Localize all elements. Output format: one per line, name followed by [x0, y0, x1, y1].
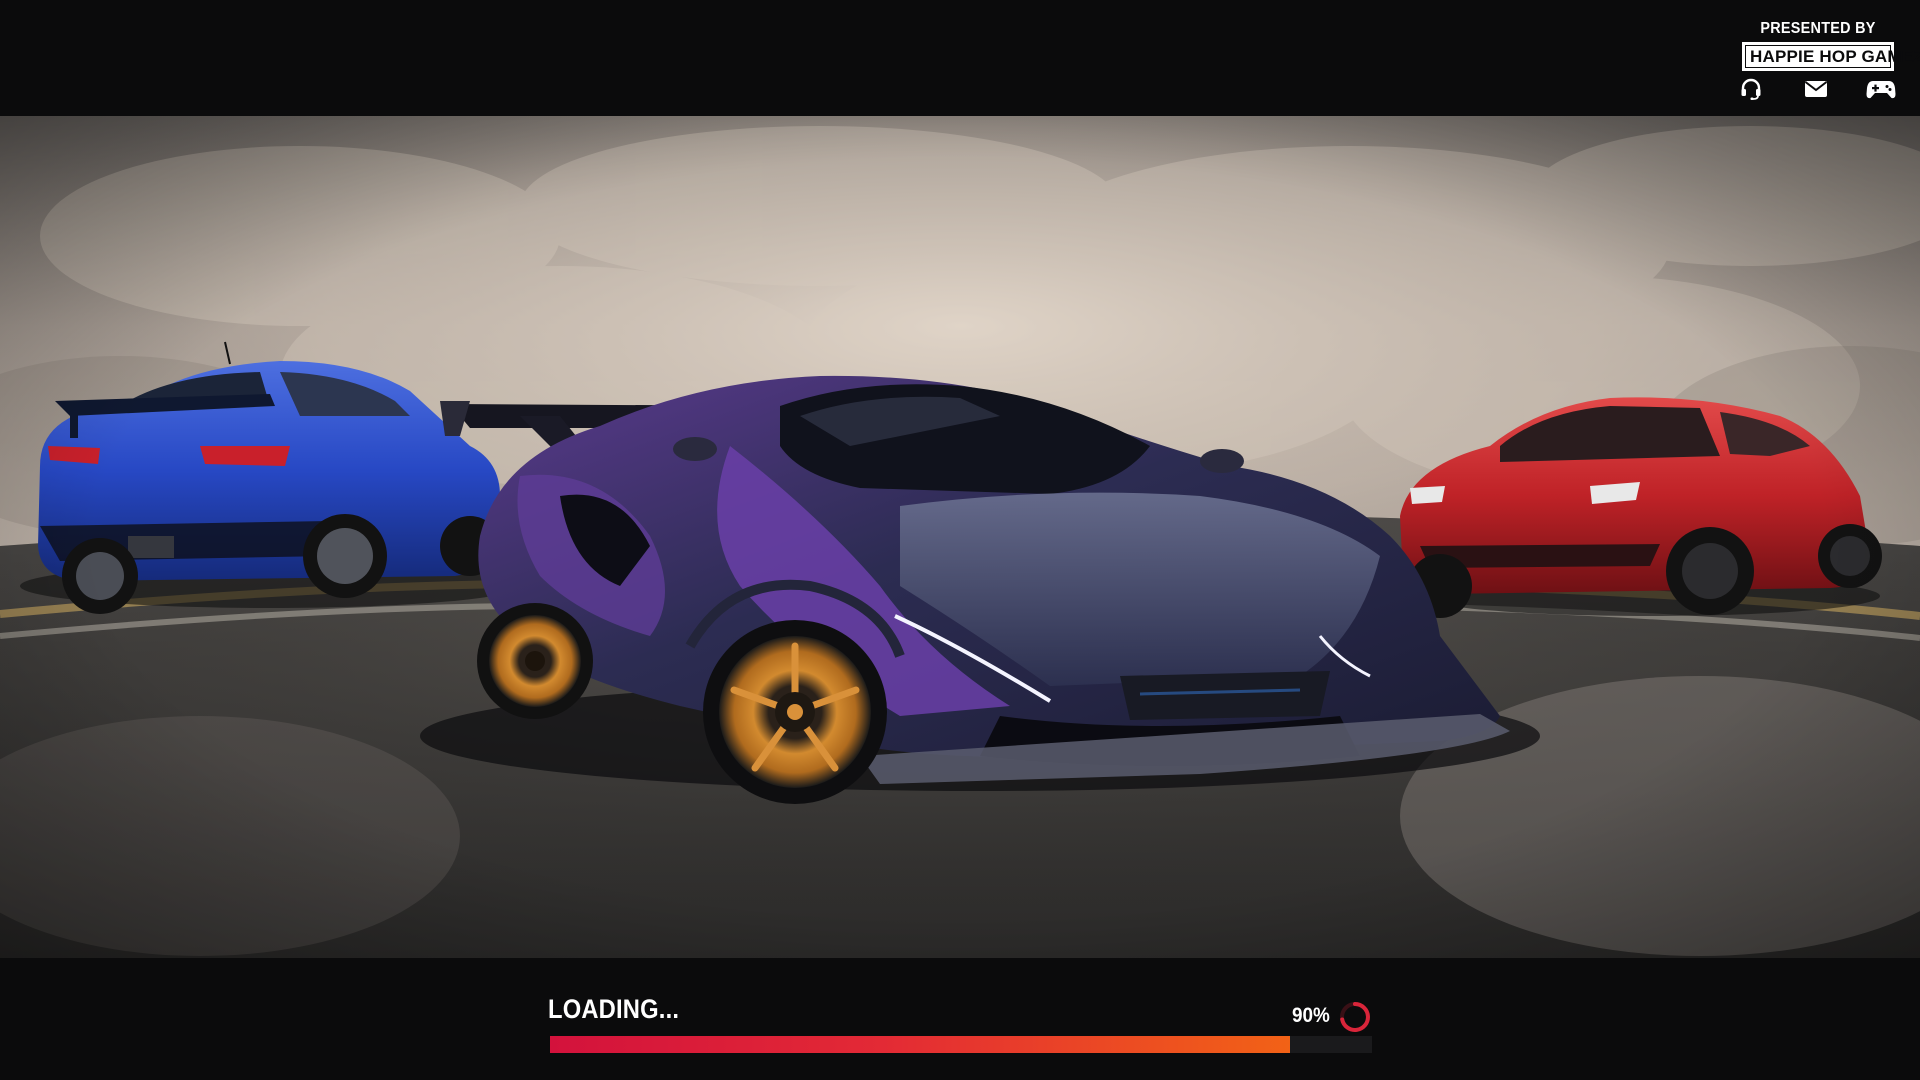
- mail-icon[interactable]: [1801, 76, 1831, 102]
- loading-screen: PRESENTED BY HAPPIE HOP GAMEZ LOADING...…: [0, 0, 1920, 1080]
- gamepad-icon[interactable]: [1866, 76, 1896, 102]
- progress-percent: 90%: [1292, 1004, 1330, 1027]
- top-bar: PRESENTED BY HAPPIE HOP GAMEZ: [0, 0, 1920, 116]
- progress-bar: [550, 1036, 1372, 1053]
- header-icons: [1736, 76, 1896, 102]
- background-scene: [0, 116, 1920, 958]
- headset-icon[interactable]: [1736, 76, 1766, 102]
- publisher-credit: PRESENTED BY HAPPIE HOP GAMEZ: [1733, 20, 1920, 71]
- scene-artwork: [0, 116, 1920, 958]
- studio-logo: HAPPIE HOP GAMEZ: [1742, 42, 1920, 71]
- bottom-bar: [0, 958, 1920, 1080]
- progress-bar-fill: [550, 1036, 1290, 1053]
- presented-by-label: PRESENTED BY: [1760, 20, 1876, 37]
- loading-spinner-icon: [1338, 1000, 1372, 1034]
- loading-label: LOADING...: [548, 994, 680, 1024]
